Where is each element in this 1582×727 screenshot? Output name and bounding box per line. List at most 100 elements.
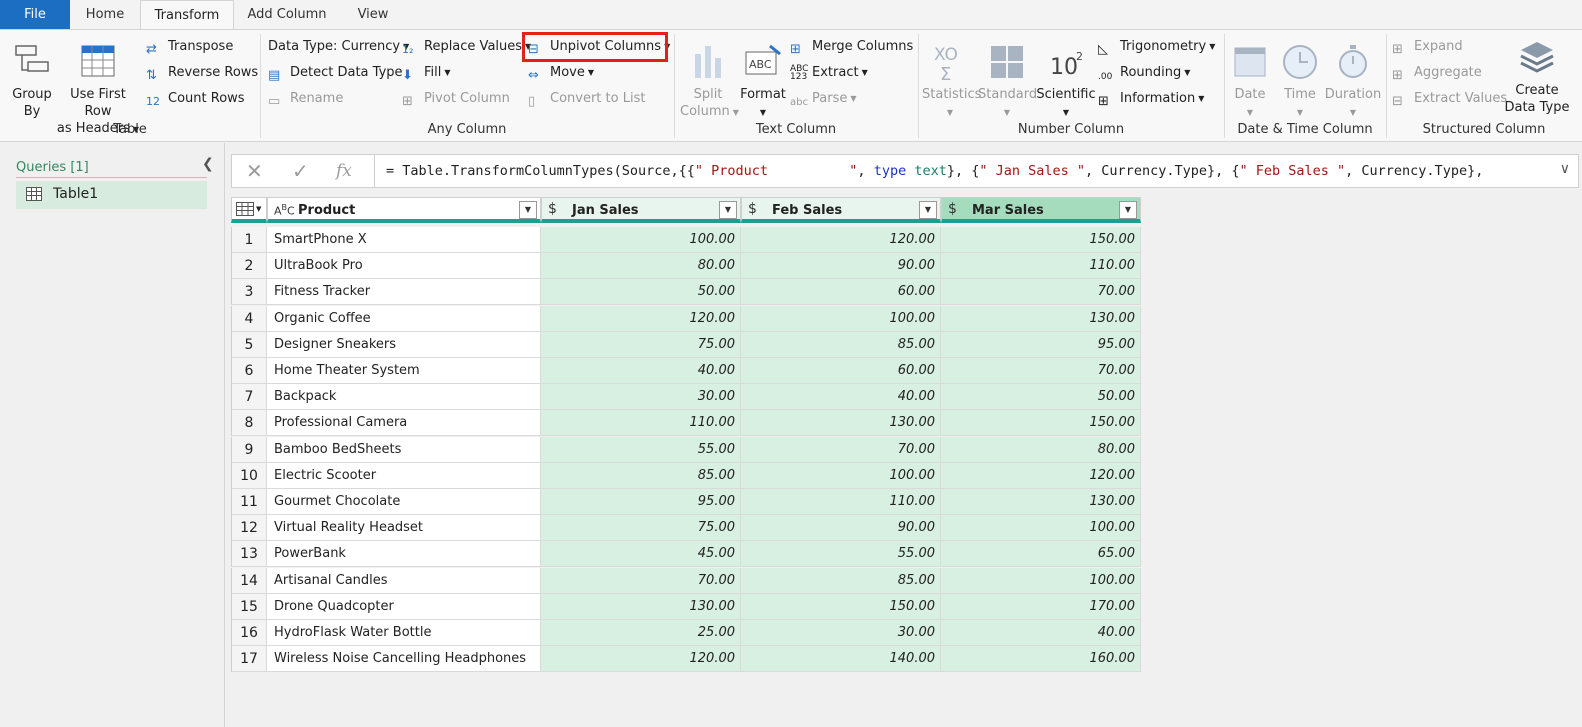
merge-columns-button[interactable]: ⊞ Merge Columns	[790, 39, 913, 58]
cell-jan-sales[interactable]: 85.00	[541, 462, 741, 489]
cell-feb-sales[interactable]: 130.00	[741, 410, 941, 437]
count-rows-button[interactable]: 12 Count Rows	[146, 91, 245, 111]
rounding-button[interactable]: .00 Rounding ▼	[1098, 65, 1190, 88]
cell-feb-sales[interactable]: 60.00	[741, 358, 941, 384]
cell-mar-sales[interactable]: 130.00	[941, 489, 1141, 515]
cell-jan-sales[interactable]: 55.00	[541, 436, 741, 463]
cell-mar-sales[interactable]: 50.00	[941, 384, 1141, 411]
cell-product[interactable]: Electric Scooter	[267, 462, 541, 489]
tab-transform[interactable]: Transform	[140, 0, 234, 31]
formula-input[interactable]: = Table.TransformColumnTypes(Source,{{" …	[386, 163, 1483, 179]
aggregate-button[interactable]: ⊞ Aggregate	[1392, 65, 1482, 84]
duration-button[interactable]: Duration ▼	[1322, 42, 1384, 121]
row-number[interactable]: 2	[231, 253, 267, 280]
trigonometry-button[interactable]: ◺ Trigonometry ▼	[1098, 39, 1215, 58]
tab-view[interactable]: View	[340, 0, 406, 30]
information-button[interactable]: ⊞ Information ▼	[1098, 91, 1204, 110]
time-button[interactable]: Time ▼	[1276, 42, 1324, 121]
cell-product[interactable]: Wireless Noise Cancelling Headphones	[267, 646, 541, 673]
row-number[interactable]: 16	[231, 620, 267, 646]
cell-mar-sales[interactable]: 80.00	[941, 436, 1141, 463]
cell-mar-sales[interactable]: 65.00	[941, 541, 1141, 568]
row-number[interactable]: 12	[231, 515, 267, 542]
chevron-left-icon[interactable]: ❮	[202, 156, 214, 172]
cell-feb-sales[interactable]: 140.00	[741, 646, 941, 673]
split-column-button[interactable]: Split Column ▼	[680, 42, 739, 121]
parse-button[interactable]: abc Parse ▼	[790, 91, 857, 113]
extract-button[interactable]: ABC 123 Extract ▼	[790, 65, 868, 82]
cell-mar-sales[interactable]: 95.00	[941, 331, 1141, 358]
cell-jan-sales[interactable]: 100.00	[541, 227, 741, 253]
cell-feb-sales[interactable]: 150.00	[741, 593, 941, 620]
row-number[interactable]: 5	[231, 331, 267, 358]
row-number[interactable]: 13	[231, 541, 267, 568]
cell-jan-sales[interactable]: 120.00	[541, 646, 741, 673]
reverse-rows-button[interactable]: ⇅ Reverse Rows	[146, 65, 258, 84]
cell-jan-sales[interactable]: 30.00	[541, 384, 741, 411]
cell-mar-sales[interactable]: 70.00	[941, 279, 1141, 306]
cell-feb-sales[interactable]: 40.00	[741, 384, 941, 411]
tab-file[interactable]: File	[0, 0, 70, 30]
filter-dropdown-icon[interactable]: ▼	[1119, 201, 1137, 219]
tab-add-column[interactable]: Add Column	[234, 0, 340, 30]
cell-jan-sales[interactable]: 75.00	[541, 515, 741, 542]
cell-product[interactable]: Designer Sneakers	[267, 331, 541, 358]
function-icon[interactable]: fx	[336, 161, 352, 181]
cell-feb-sales[interactable]: 90.00	[741, 515, 941, 542]
replace-values-button[interactable]: 1₂ Replace Values ▼	[402, 39, 531, 59]
tab-home[interactable]: Home	[70, 0, 140, 30]
format-button[interactable]: ABC Format ▼	[738, 42, 788, 121]
scientific-button[interactable]: 10 2 Scientific ▼	[1036, 42, 1096, 121]
row-number[interactable]: 7	[231, 384, 267, 411]
cell-mar-sales[interactable]: 120.00	[941, 462, 1141, 489]
expand-button[interactable]: ⊞ Expand	[1392, 39, 1463, 58]
cell-jan-sales[interactable]: 120.00	[541, 305, 741, 332]
column-header-product[interactable]: ABC Product ▼	[267, 197, 541, 223]
cell-jan-sales[interactable]: 75.00	[541, 331, 741, 358]
cell-product[interactable]: UltraBook Pro	[267, 253, 541, 280]
row-number[interactable]: 9	[231, 436, 267, 463]
filter-dropdown-icon[interactable]: ▼	[919, 201, 937, 219]
cell-feb-sales[interactable]: 70.00	[741, 436, 941, 463]
cell-feb-sales[interactable]: 90.00	[741, 253, 941, 280]
cell-feb-sales[interactable]: 85.00	[741, 331, 941, 358]
query-item-table1[interactable]: Table1	[16, 181, 207, 209]
rename-button[interactable]: ▭ Rename	[268, 91, 343, 110]
cell-product[interactable]: Virtual Reality Headset	[267, 515, 541, 542]
cell-feb-sales[interactable]: 60.00	[741, 279, 941, 306]
row-number[interactable]: 6	[231, 358, 267, 384]
cancel-icon[interactable]: ✕	[246, 159, 263, 183]
row-number[interactable]: 14	[231, 567, 267, 594]
cell-feb-sales[interactable]: 110.00	[741, 489, 941, 515]
table-menu-button[interactable]: ▼	[231, 197, 267, 223]
cell-jan-sales[interactable]: 80.00	[541, 253, 741, 280]
row-number[interactable]: 17	[231, 646, 267, 673]
extract-values-button[interactable]: ⊟ Extract Values	[1392, 91, 1507, 110]
cell-jan-sales[interactable]: 70.00	[541, 567, 741, 594]
transpose-button[interactable]: ⇄ Transpose	[146, 39, 233, 58]
cell-feb-sales[interactable]: 30.00	[741, 620, 941, 646]
cell-product[interactable]: SmartPhone X	[267, 227, 541, 253]
convert-to-list-button[interactable]: ▯ Convert to List	[528, 91, 645, 110]
pivot-column-button[interactable]: ⊞ Pivot Column	[402, 91, 510, 110]
filter-dropdown-icon[interactable]: ▼	[519, 201, 537, 219]
cell-product[interactable]: Professional Camera	[267, 410, 541, 437]
cell-jan-sales[interactable]: 50.00	[541, 279, 741, 306]
cell-jan-sales[interactable]: 45.00	[541, 541, 741, 568]
group-by-button[interactable]: Group By	[6, 42, 58, 120]
cell-mar-sales[interactable]: 110.00	[941, 253, 1141, 280]
column-header-mar-sales[interactable]: $ Mar Sales ▼	[941, 197, 1141, 223]
check-icon[interactable]: ✓	[292, 159, 309, 183]
cell-feb-sales[interactable]: 100.00	[741, 305, 941, 332]
cell-jan-sales[interactable]: 130.00	[541, 593, 741, 620]
cell-jan-sales[interactable]: 40.00	[541, 358, 741, 384]
cell-mar-sales[interactable]: 170.00	[941, 593, 1141, 620]
statistics-button[interactable]: XO Σ Statistics ▼	[922, 42, 981, 121]
cell-mar-sales[interactable]: 160.00	[941, 646, 1141, 673]
fill-button[interactable]: ⬇ Fill ▼	[402, 65, 451, 84]
cell-product[interactable]: Bamboo BedSheets	[267, 436, 541, 463]
cell-feb-sales[interactable]: 55.00	[741, 541, 941, 568]
cell-feb-sales[interactable]: 85.00	[741, 567, 941, 594]
cell-mar-sales[interactable]: 100.00	[941, 515, 1141, 542]
cell-mar-sales[interactable]: 150.00	[941, 410, 1141, 437]
